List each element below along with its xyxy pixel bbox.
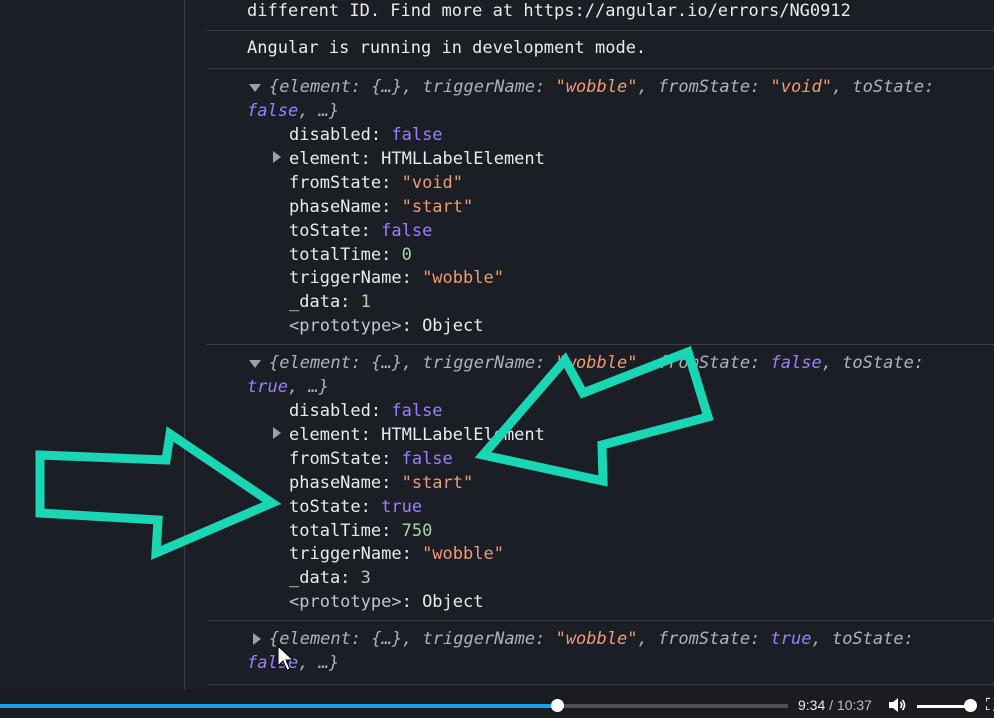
console-log-devmode: Angular is running in development mode. bbox=[207, 30, 994, 69]
object-summary-cont: false, …} bbox=[247, 653, 340, 673]
current-time: 9:34 bbox=[798, 697, 826, 713]
expand-arrow-icon[interactable] bbox=[273, 151, 281, 163]
fullscreen-icon[interactable]: ⛶ bbox=[986, 697, 994, 713]
prop-phasename: phaseName: "start" bbox=[289, 197, 474, 217]
console-object-3[interactable]: {element: {…}, triggerName: "wobble", fr… bbox=[207, 620, 994, 687]
prop-tostate: toState: false bbox=[289, 221, 433, 241]
object-summary-cont: true, …} bbox=[247, 377, 329, 397]
prop-prototype[interactable]: <prototype>: Object bbox=[289, 590, 483, 614]
expand-arrow-icon[interactable] bbox=[249, 84, 261, 92]
progress-knob[interactable] bbox=[551, 699, 564, 712]
volume-icon[interactable] bbox=[888, 697, 908, 713]
prop-tostate: toState: true bbox=[289, 497, 423, 517]
prop-element[interactable]: element: HTMLLabelElement bbox=[289, 147, 545, 171]
object-summary[interactable]: {element: {…}, triggerName: "wobble", fr… bbox=[269, 75, 934, 99]
expand-arrow-icon[interactable] bbox=[249, 360, 261, 368]
console-panel: different ID. Find more at https://angul… bbox=[207, 0, 994, 690]
console-error-message: different ID. Find more at https://angul… bbox=[207, 0, 994, 30]
prop-data: _data: 1 bbox=[289, 292, 371, 312]
prop-prototype[interactable]: <prototype>: Object bbox=[289, 314, 483, 338]
prop-phasename: phaseName: "start" bbox=[289, 473, 474, 493]
object-summary-cont: false, …} bbox=[247, 101, 340, 121]
time-display: 9:34 / 10:37 bbox=[798, 697, 872, 713]
devmode-text: Angular is running in development mode. bbox=[247, 38, 647, 58]
prop-fromstate: fromState: "void" bbox=[289, 173, 464, 193]
volume-slider[interactable] bbox=[917, 705, 971, 708]
object-summary[interactable]: {element: {…}, triggerName: "wobble", fr… bbox=[269, 351, 924, 375]
prop-triggername: triggerName: "wobble" bbox=[289, 544, 504, 564]
volume-knob[interactable] bbox=[964, 699, 977, 712]
prop-triggername: triggerName: "wobble" bbox=[289, 268, 504, 288]
left-panel bbox=[0, 0, 185, 690]
expand-arrow-icon[interactable] bbox=[253, 633, 261, 645]
duration: / 10:37 bbox=[825, 697, 872, 713]
prop-element[interactable]: element: HTMLLabelElement bbox=[289, 423, 545, 447]
error-text: different ID. Find more at https://angul… bbox=[247, 1, 851, 21]
console-object-1[interactable]: {element: {…}, triggerName: "wobble", fr… bbox=[207, 68, 994, 344]
prop-totaltime: totalTime: 0 bbox=[289, 245, 412, 265]
prop-disabled: disabled: false bbox=[289, 125, 443, 145]
progress-fill bbox=[0, 704, 557, 708]
console-divider bbox=[207, 684, 994, 685]
object-summary[interactable]: {element: {…}, triggerName: "wobble", fr… bbox=[269, 627, 914, 651]
prop-disabled: disabled: false bbox=[289, 401, 443, 421]
prop-totaltime: totalTime: 750 bbox=[289, 521, 433, 541]
expand-arrow-icon[interactable] bbox=[273, 427, 281, 439]
console-object-2[interactable]: {element: {…}, triggerName: "wobble", fr… bbox=[207, 344, 994, 621]
prop-data: _data: 3 bbox=[289, 568, 371, 588]
prop-fromstate: fromState: false bbox=[289, 449, 453, 469]
